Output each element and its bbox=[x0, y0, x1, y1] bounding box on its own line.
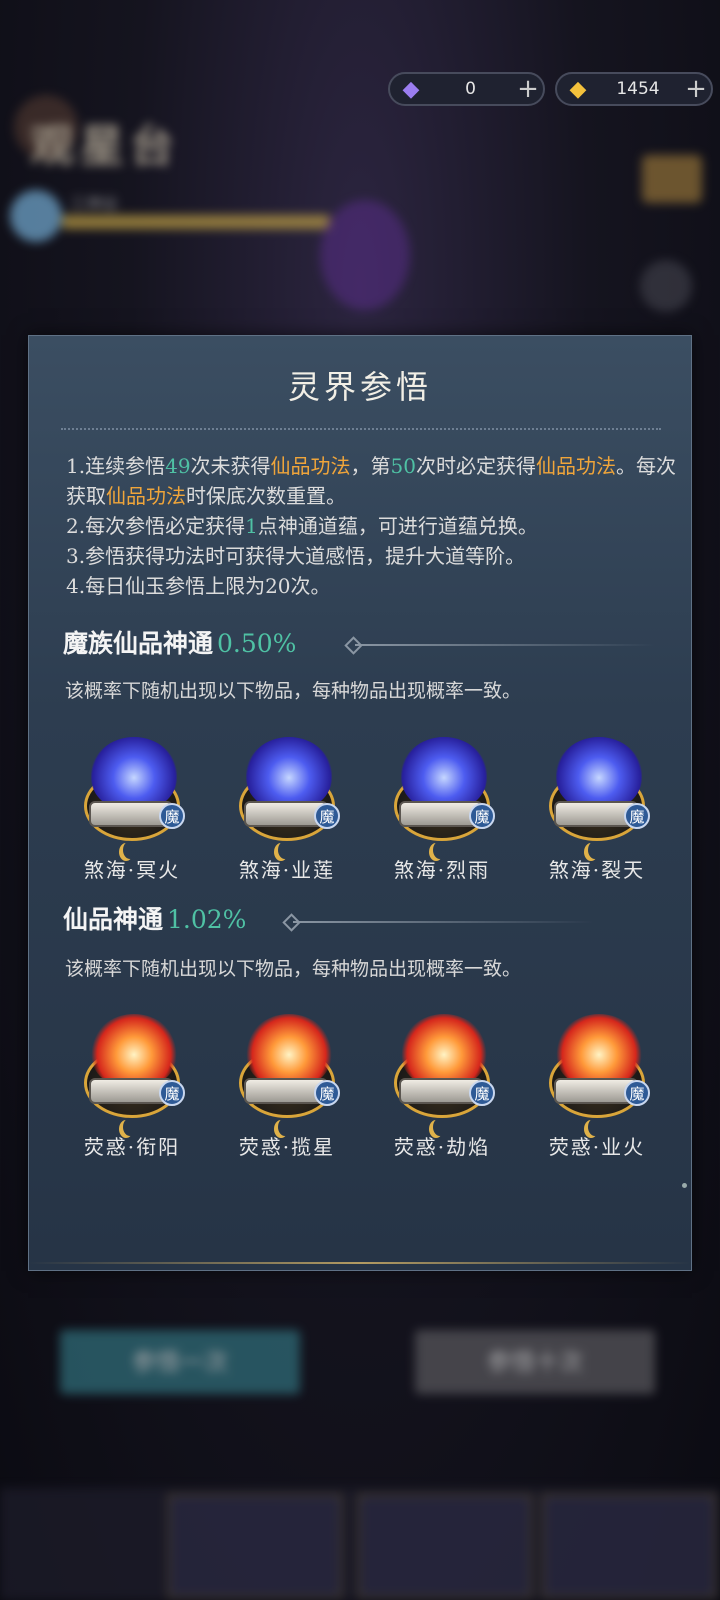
item-name: 荧惑·揽星 bbox=[238, 1135, 336, 1159]
red-fire-icon bbox=[401, 1014, 487, 1088]
red-burst-icon bbox=[556, 1014, 642, 1088]
currency-jade: ◆ 1454 + bbox=[555, 72, 713, 106]
demon-badge: 魔 bbox=[314, 803, 340, 829]
section-demon-desc: 该概率下随机出现以下物品，每种物品出现概率一致。 bbox=[65, 680, 522, 702]
currency-crystal: ◆ 0 + bbox=[388, 72, 545, 106]
bottom-tab-3 bbox=[542, 1494, 716, 1598]
section-immortal-title: 仙品神通 1.02% bbox=[63, 905, 247, 934]
bg-subtitle: 三神谷 bbox=[70, 194, 119, 213]
purple-flame-icon bbox=[320, 200, 410, 310]
demon-badge: 魔 bbox=[159, 1080, 185, 1106]
section-immortal-desc: 该概率下随机出现以下物品，每种物品出现概率一致。 bbox=[65, 958, 522, 980]
panel-bottom-divider bbox=[29, 1262, 691, 1264]
rule-1: 1.连续参悟49次未获得仙品功法，第50次时必定获得仙品功法。每次获取仙品功法时… bbox=[66, 454, 676, 508]
meditate-once-button: 参悟一次 bbox=[60, 1330, 300, 1394]
item-card[interactable]: 魔 煞海·业莲 bbox=[212, 737, 362, 882]
purple-crystal-icon: ◆ bbox=[402, 76, 420, 102]
avatar bbox=[10, 190, 62, 242]
item-card[interactable]: 魔 煞海·裂天 bbox=[522, 737, 672, 882]
item-card[interactable]: 魔 荧惑·业火 bbox=[522, 1014, 672, 1159]
blue-flame-icon bbox=[91, 737, 177, 811]
title-divider bbox=[61, 428, 661, 430]
blue-sky-icon bbox=[556, 737, 642, 811]
item-name: 煞海·裂天 bbox=[548, 858, 646, 882]
demon-badge: 魔 bbox=[469, 1080, 495, 1106]
item-card[interactable]: 魔 煞海·冥火 bbox=[57, 737, 207, 882]
bottom-tab-2 bbox=[358, 1494, 532, 1598]
demon-badge: 魔 bbox=[159, 803, 185, 829]
item-card[interactable]: 魔 荧惑·揽星 bbox=[212, 1014, 362, 1159]
add-jade-button[interactable]: + bbox=[681, 74, 711, 104]
red-flame-icon bbox=[91, 1014, 177, 1088]
section-demon-rate: 0.50% bbox=[217, 629, 297, 658]
item-name: 荧惑·业火 bbox=[548, 1135, 646, 1159]
section-demon-title: 魔族仙品神通 0.50% bbox=[63, 629, 297, 658]
demon-badge: 魔 bbox=[624, 803, 650, 829]
rule-2: 2.每次参悟必定获得1点神通道蕴，可进行道蕴兑换。 bbox=[66, 514, 538, 538]
demon-badge: 魔 bbox=[469, 803, 495, 829]
item-name: 荧惑·衔阳 bbox=[83, 1135, 181, 1159]
section-immortal-divider bbox=[293, 921, 593, 923]
item-name: 煞海·烈雨 bbox=[393, 858, 491, 882]
rule-3: 3.参悟获得功法时可获得大道感悟，提升大道等阶。 bbox=[66, 544, 526, 568]
item-card[interactable]: 魔 煞海·烈雨 bbox=[367, 737, 517, 882]
blue-lotus-icon bbox=[246, 737, 332, 811]
rules-text: 1.连续参悟49次未获得仙品功法，第50次时必定获得仙品功法。每次获取仙品功法时… bbox=[66, 451, 686, 601]
demon-badge: 魔 bbox=[314, 1080, 340, 1106]
scroll-indicator bbox=[682, 1183, 687, 1188]
demon-badge: 魔 bbox=[624, 1080, 650, 1106]
item-name: 煞海·业莲 bbox=[238, 858, 336, 882]
rule-4: 4.每日仙玉参悟上限为20次。 bbox=[66, 574, 331, 598]
add-crystal-button[interactable]: + bbox=[513, 74, 543, 104]
chest-icon bbox=[642, 155, 702, 203]
meditate-ten-button: 参悟十次 bbox=[415, 1330, 655, 1394]
shop-icon bbox=[640, 260, 692, 312]
item-name: 煞海·冥火 bbox=[83, 858, 181, 882]
info-panel[interactable]: 灵界参悟 1.连续参悟49次未获得仙品功法，第50次时必定获得仙品功法。每次获取… bbox=[28, 335, 692, 1271]
currency-jade-value: 1454 bbox=[616, 79, 660, 99]
progress-bar bbox=[62, 215, 330, 229]
gold-jade-icon: ◆ bbox=[569, 76, 587, 102]
panel-title: 灵界参悟 bbox=[287, 368, 432, 406]
currency-crystal-value: 0 bbox=[465, 79, 476, 99]
item-name: 荧惑·劫焰 bbox=[393, 1135, 491, 1159]
item-card[interactable]: 魔 荧惑·劫焰 bbox=[367, 1014, 517, 1159]
blue-rain-icon bbox=[401, 737, 487, 811]
red-star-icon bbox=[246, 1014, 332, 1088]
section-demon-divider bbox=[355, 644, 655, 646]
bottom-tab-1 bbox=[168, 1494, 342, 1598]
item-card[interactable]: 魔 荧惑·衔阳 bbox=[57, 1014, 207, 1159]
section-immortal-rate: 1.02% bbox=[167, 905, 247, 934]
bg-page-title: 观星台 bbox=[30, 121, 180, 172]
